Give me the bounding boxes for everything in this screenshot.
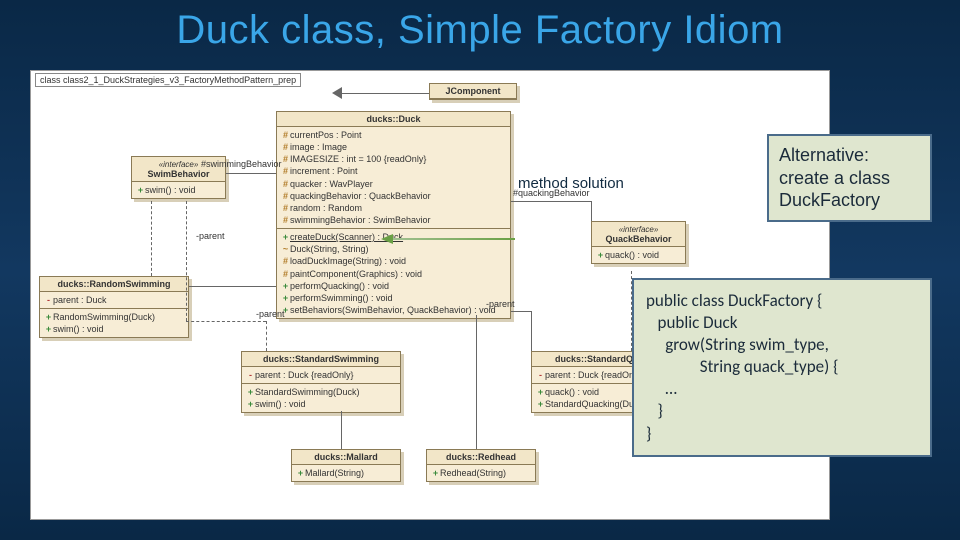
duck-name: ducks::Duck bbox=[277, 112, 510, 127]
swim-if-op: swim() : void bbox=[145, 185, 196, 195]
alternative-callout: Alternative: create a class DuckFactory bbox=[767, 134, 932, 222]
edge-label-parent: -parent bbox=[256, 309, 285, 319]
uml-redhead: ducks::Redhead +Redhead(String) bbox=[426, 449, 536, 482]
duck-op: performQuacking() : void bbox=[290, 281, 389, 291]
method-solution-label: method solution bbox=[518, 175, 624, 192]
std-swim-attr: parent : Duck {readOnly} bbox=[255, 370, 354, 380]
std-swim-name: ducks::StandardSwimming bbox=[242, 352, 400, 367]
duck-op: paintComponent(Graphics) : void bbox=[290, 269, 422, 279]
slide-title: Duck class, Simple Factory Idiom bbox=[0, 0, 960, 53]
random-swim-name: ducks::RandomSwimming bbox=[40, 277, 188, 292]
mallard-name: ducks::Mallard bbox=[292, 450, 400, 465]
code-callout: public class DuckFactory { public Duck g… bbox=[632, 278, 932, 457]
duck-op: loadDuckImage(String) : void bbox=[290, 256, 406, 266]
duck-attr: random : Random bbox=[290, 203, 362, 213]
alt-line: create a class bbox=[779, 167, 920, 190]
duck-attr: currentPos : Point bbox=[290, 130, 362, 140]
quack-if-op: quack() : void bbox=[605, 250, 659, 260]
duck-op: performSwimming() : void bbox=[290, 293, 393, 303]
duck-attr: IMAGESIZE : int = 100 {readOnly} bbox=[290, 154, 426, 164]
mallard-op: Mallard(String) bbox=[305, 468, 364, 478]
jcomponent-name: JComponent bbox=[430, 84, 516, 99]
uml-mallard: ducks::Mallard +Mallard(String) bbox=[291, 449, 401, 482]
swim-if-name: SwimBehavior bbox=[147, 169, 209, 179]
random-swim-op: RandomSwimming(Duck) bbox=[53, 312, 155, 322]
edge-label-parent: -parent bbox=[196, 231, 225, 241]
std-swim-op: StandardSwimming(Duck) bbox=[255, 387, 360, 397]
duck-attr: image : Image bbox=[290, 142, 347, 152]
quack-if-name: QuackBehavior bbox=[605, 234, 671, 244]
stereotype: «interface» bbox=[159, 160, 199, 169]
redhead-name: ducks::Redhead bbox=[427, 450, 535, 465]
duck-attr: quackingBehavior : QuackBehavior bbox=[290, 191, 431, 201]
std-swim-op: swim() : void bbox=[255, 399, 306, 409]
random-swim-attr: parent : Duck bbox=[53, 295, 107, 305]
alt-line: Alternative: bbox=[779, 144, 920, 167]
uml-jcomponent: JComponent bbox=[429, 83, 517, 100]
edge-label-parent: -parent bbox=[486, 299, 515, 309]
std-quack-op: StandardQuacking(Duck) bbox=[545, 399, 646, 409]
edge-label-swim: #swimmingBehavior bbox=[201, 159, 282, 169]
duck-attr: swimmingBehavior : SwimBehavior bbox=[290, 215, 431, 225]
random-swim-op: swim() : void bbox=[53, 324, 104, 334]
uml-quack-interface: «interface»QuackBehavior +quack() : void bbox=[591, 221, 686, 264]
duck-op: setBehaviors(SwimBehavior, QuackBehavior… bbox=[290, 305, 496, 315]
std-quack-attr: parent : Duck {readOnly} bbox=[545, 370, 644, 380]
stereotype: «interface» bbox=[619, 225, 659, 234]
uml-standard-swimming: ducks::StandardSwimming -parent : Duck {… bbox=[241, 351, 401, 413]
package-label: class class2_1_DuckStrategies_v3_Factory… bbox=[35, 73, 301, 87]
duck-attr: quacker : WavPlayer bbox=[290, 179, 373, 189]
duck-attr: increment : Point bbox=[290, 166, 358, 176]
alt-line: DuckFactory bbox=[779, 189, 920, 212]
std-quack-op: quack() : void bbox=[545, 387, 599, 397]
redhead-op: Redhead(String) bbox=[440, 468, 506, 478]
uml-random-swimming: ducks::RandomSwimming -parent : Duck +Ra… bbox=[39, 276, 189, 338]
duck-op: Duck(String, String) bbox=[290, 244, 369, 254]
uml-duck: ducks::Duck #currentPos : Point #image :… bbox=[276, 111, 511, 319]
